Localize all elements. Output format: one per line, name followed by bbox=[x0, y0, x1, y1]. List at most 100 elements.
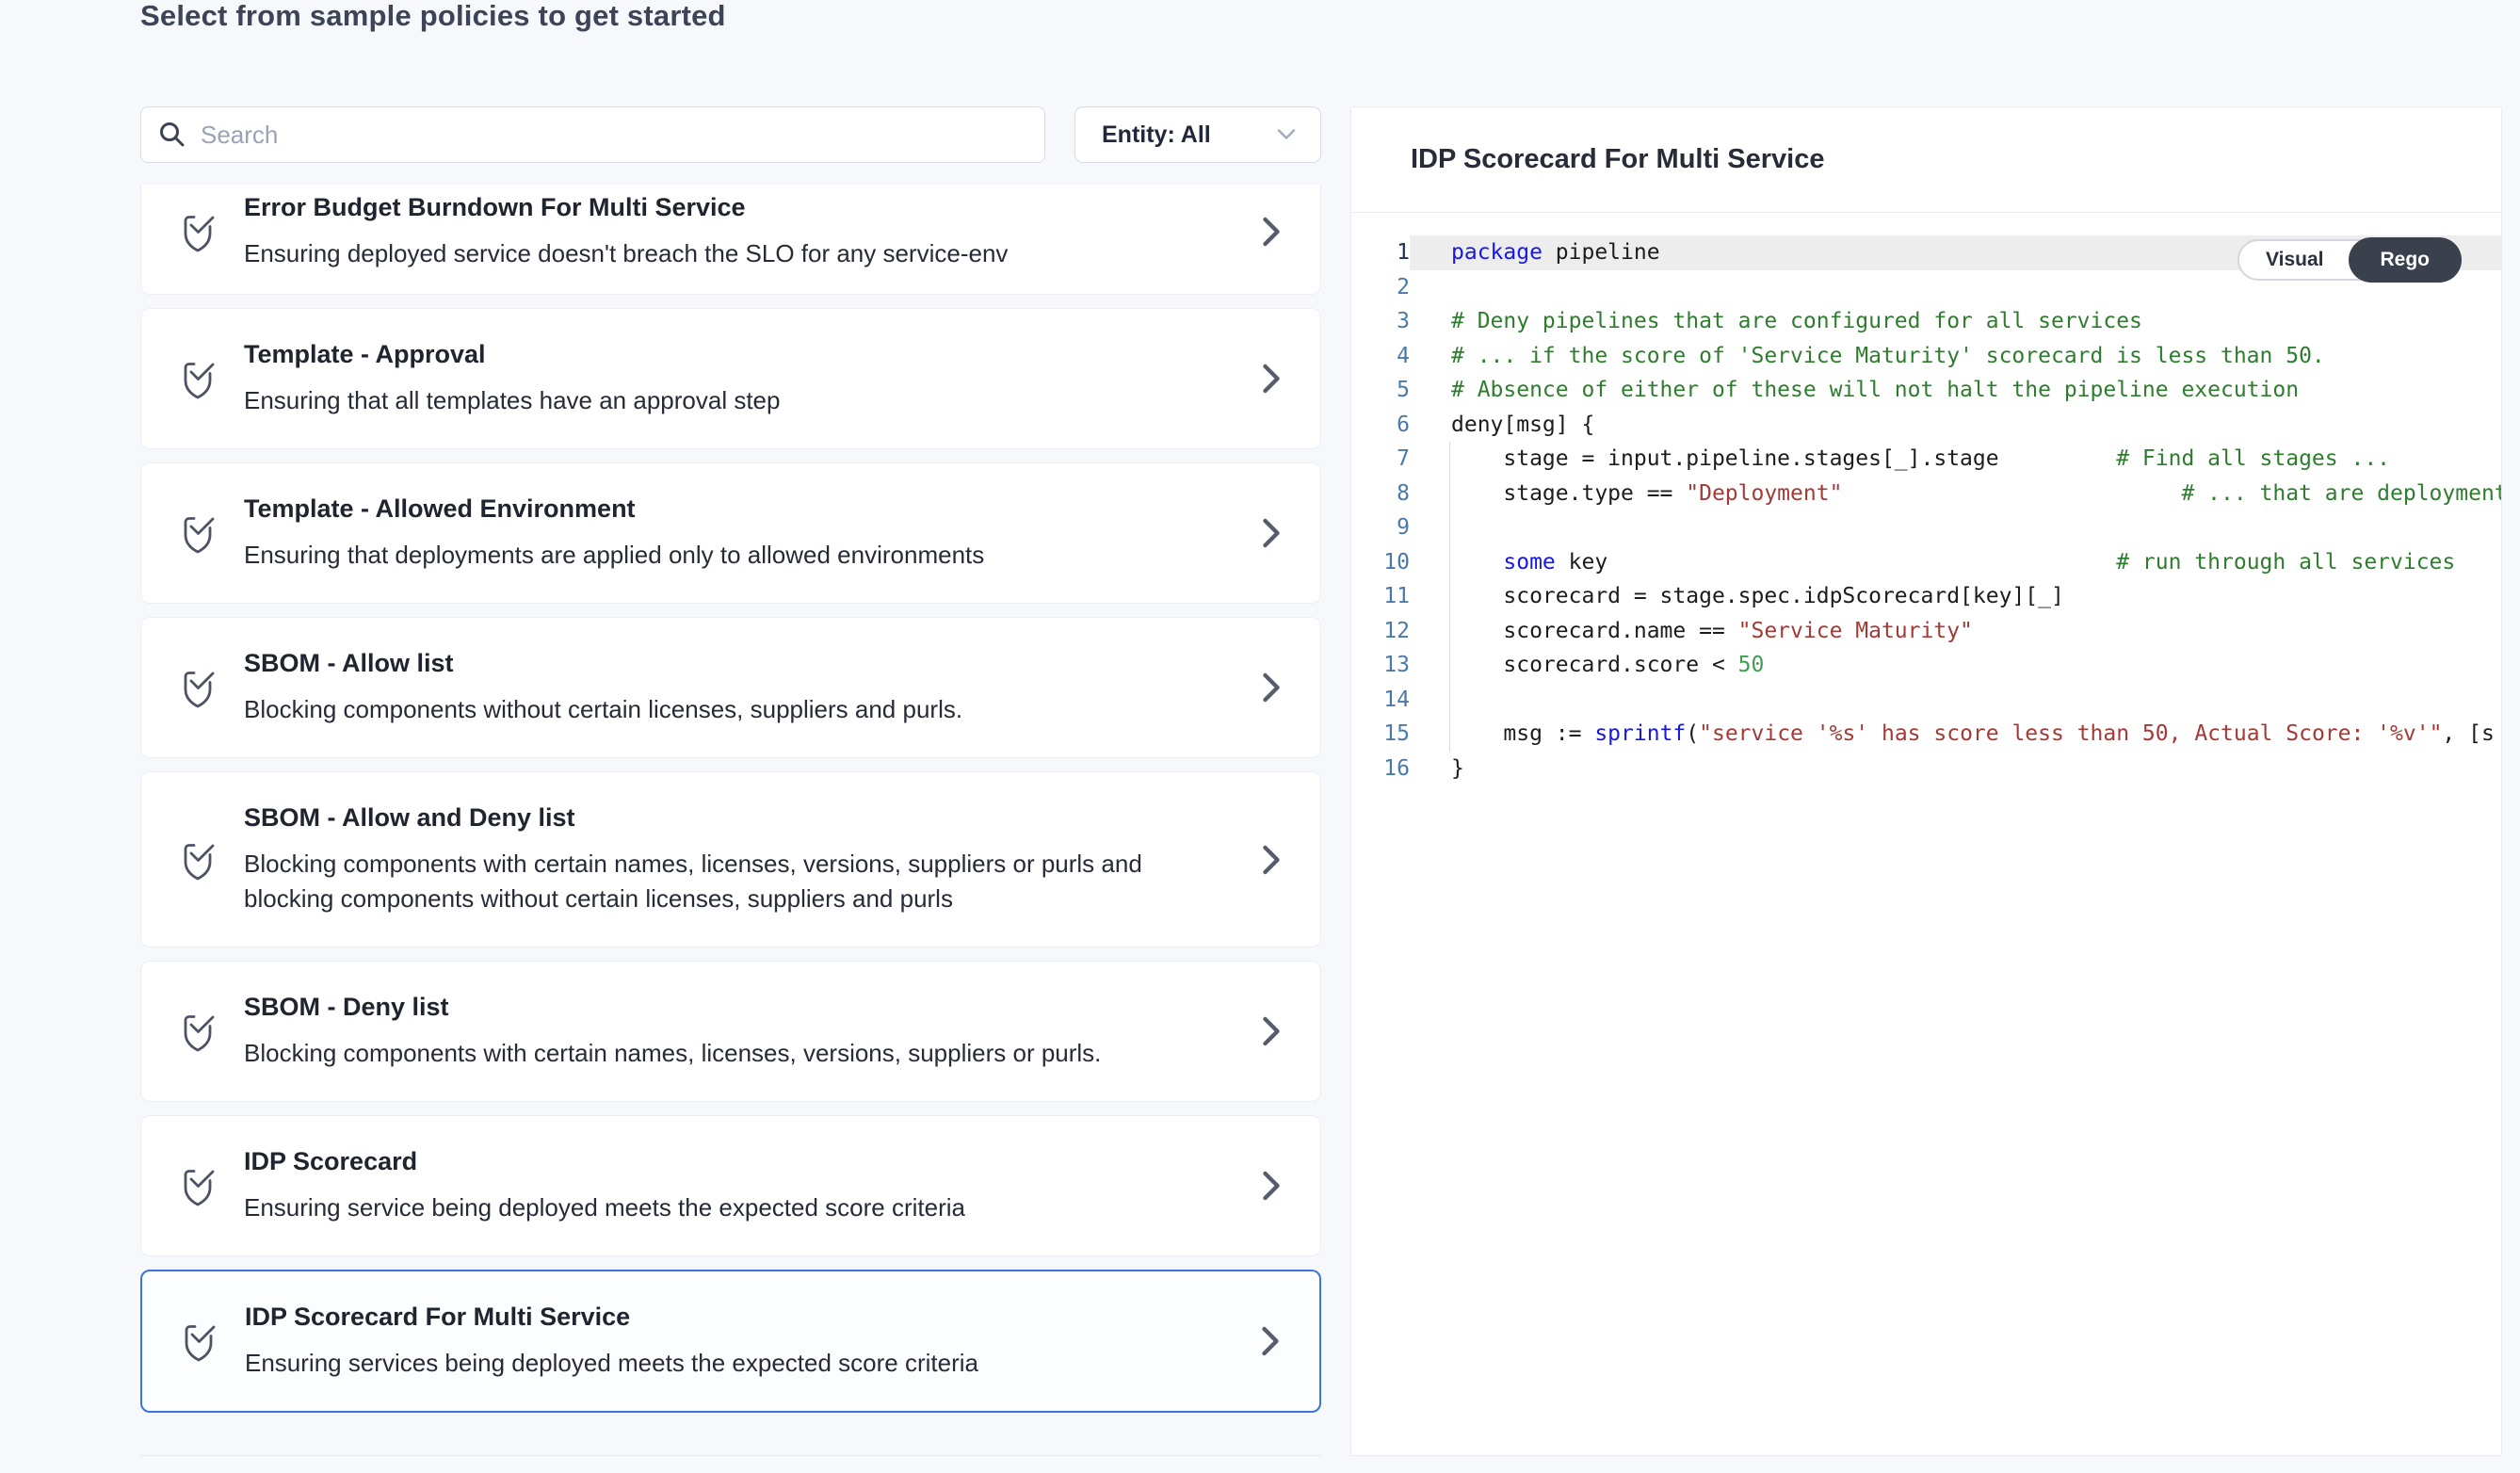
line-number: 12 bbox=[1351, 614, 1410, 649]
entity-filter-label: Entity: All bbox=[1102, 121, 1211, 149]
code-line-content: scorecard.score < 50 bbox=[1410, 648, 2501, 683]
rego-code-editor: Visual Rego 1 package pipeline 2 3 # Den… bbox=[1351, 213, 2501, 1455]
line-number: 10 bbox=[1351, 545, 1410, 580]
code-line: 15 msg := sprintf("service '%s' has scor… bbox=[1351, 717, 2501, 752]
policy-title: Template - Approval bbox=[244, 339, 1236, 370]
view-mode-toggle: Visual Rego bbox=[2237, 239, 2462, 281]
policy-card[interactable]: SBOM - Allow list Blocking components wi… bbox=[140, 617, 1321, 758]
line-number: 6 bbox=[1351, 408, 1410, 443]
policy-title: Template - Allowed Environment bbox=[244, 494, 1236, 525]
chevron-right-icon bbox=[1262, 845, 1283, 875]
policy-description: Blocking components with certain names, … bbox=[244, 847, 1236, 916]
code-line-content: # ... if the score of 'Service Maturity'… bbox=[1410, 339, 2501, 374]
code-line-content: stage.type == "Deployment" # ... that ar… bbox=[1410, 477, 2501, 511]
code-line: 12 scorecard.name == "Service Maturity" bbox=[1351, 614, 2501, 649]
policy-title: IDP Scorecard bbox=[244, 1146, 1236, 1177]
line-number: 13 bbox=[1351, 648, 1410, 683]
line-number: 5 bbox=[1351, 373, 1410, 408]
code-line: 13 scorecard.score < 50 bbox=[1351, 648, 2501, 683]
code-line: 5 # Absence of either of these will not … bbox=[1351, 373, 2501, 408]
policy-description: Ensuring that deployments are applied on… bbox=[244, 538, 1236, 573]
chevron-right-icon bbox=[1262, 217, 1283, 247]
line-number: 2 bbox=[1351, 270, 1410, 305]
sample-policies-page: Select from sample policies to get start… bbox=[0, 0, 2520, 1473]
policy-card[interactable]: Error Budget Burndown For Multi Service … bbox=[140, 185, 1321, 295]
line-number: 14 bbox=[1351, 683, 1410, 718]
chevron-right-icon bbox=[1261, 1326, 1282, 1356]
line-number: 11 bbox=[1351, 579, 1410, 614]
code-line-content: } bbox=[1410, 752, 2501, 786]
policy-description: Blocking components without certain lice… bbox=[244, 692, 1236, 727]
policy-card[interactable]: Template - Approval Ensuring that all te… bbox=[140, 308, 1321, 449]
code-line: 6 deny[msg] { bbox=[1351, 408, 2501, 443]
shield-check-icon bbox=[177, 1009, 218, 1054]
policy-description: Ensuring services being deployed meets t… bbox=[245, 1346, 1236, 1381]
code-line-content: scorecard.name == "Service Maturity" bbox=[1410, 614, 2501, 649]
shield-check-icon bbox=[177, 356, 218, 401]
chevron-right-icon bbox=[1262, 1016, 1283, 1046]
policy-title: SBOM - Deny list bbox=[244, 992, 1236, 1023]
code-line: 7 stage = input.pipeline.stages[_].stage… bbox=[1351, 442, 2501, 477]
rego-toggle-button[interactable]: Rego bbox=[2349, 237, 2463, 283]
policy-title: SBOM - Allow and Deny list bbox=[244, 802, 1236, 834]
policy-description: Ensuring deployed service doesn't breach… bbox=[244, 236, 1236, 271]
code-line: 3 # Deny pipelines that are configured f… bbox=[1351, 304, 2501, 339]
detail-panel-header: IDP Scorecard For Multi Service bbox=[1351, 107, 2501, 213]
code-line-content: # Deny pipelines that are configured for… bbox=[1410, 304, 2501, 339]
search-box bbox=[140, 106, 1045, 163]
main-layout: Entity: All Error Budget Burndown For Mu… bbox=[140, 106, 2502, 1456]
line-number: 9 bbox=[1351, 510, 1410, 545]
policy-list-column: Entity: All Error Budget Burndown For Mu… bbox=[140, 106, 1321, 1456]
policy-title: SBOM - Allow list bbox=[244, 648, 1236, 679]
line-number: 8 bbox=[1351, 477, 1410, 511]
code-line-content: stage = input.pipeline.stages[_].stage #… bbox=[1410, 442, 2501, 477]
chevron-down-icon bbox=[1275, 127, 1298, 142]
line-number: 15 bbox=[1351, 717, 1410, 752]
visual-toggle-button[interactable]: Visual bbox=[2239, 241, 2350, 279]
code-line: 14 bbox=[1351, 683, 2501, 718]
policy-card[interactable]: SBOM - Deny list Blocking components wit… bbox=[140, 961, 1321, 1102]
search-input[interactable] bbox=[201, 121, 1027, 150]
policy-title: Error Budget Burndown For Multi Service bbox=[244, 192, 1236, 223]
chevron-right-icon bbox=[1262, 1171, 1283, 1201]
shield-check-icon bbox=[177, 209, 218, 254]
code-line-content: scorecard = stage.spec.idpScorecard[key]… bbox=[1410, 579, 2501, 614]
detail-panel-title: IDP Scorecard For Multi Service bbox=[1411, 144, 1824, 175]
code-line: 9 bbox=[1351, 510, 2501, 545]
chevron-right-icon bbox=[1262, 672, 1283, 703]
chevron-right-icon bbox=[1262, 364, 1283, 394]
policy-detail-panel: IDP Scorecard For Multi Service Visual R… bbox=[1350, 106, 2502, 1456]
code-line: 11 scorecard = stage.spec.idpScorecard[k… bbox=[1351, 579, 2501, 614]
code-lines: 1 package pipeline 2 3 # Deny pipelines … bbox=[1351, 235, 2501, 785]
policy-card[interactable]: IDP Scorecard Ensuring service being dep… bbox=[140, 1115, 1321, 1256]
code-line-content: some key # run through all services bbox=[1410, 545, 2501, 580]
code-line: 16 } bbox=[1351, 752, 2501, 786]
filters-row: Entity: All bbox=[140, 106, 1321, 163]
page-title: Select from sample policies to get start… bbox=[140, 0, 726, 34]
shield-check-icon bbox=[177, 665, 218, 710]
line-number: 4 bbox=[1351, 339, 1410, 374]
chevron-right-icon bbox=[1262, 518, 1283, 548]
entity-filter-dropdown[interactable]: Entity: All bbox=[1074, 106, 1321, 163]
search-icon bbox=[158, 121, 186, 149]
policy-list: Error Budget Burndown For Multi Service … bbox=[140, 185, 1321, 1456]
policy-description: Ensuring that all templates have an appr… bbox=[244, 383, 1236, 418]
line-number: 16 bbox=[1351, 752, 1410, 786]
code-line: 10 some key # run through all services bbox=[1351, 545, 2501, 580]
line-number: 3 bbox=[1351, 304, 1410, 339]
code-line: 4 # ... if the score of 'Service Maturit… bbox=[1351, 339, 2501, 374]
policy-card[interactable]: SBOM - Allow and Deny list Blocking comp… bbox=[140, 771, 1321, 947]
shield-check-icon bbox=[178, 1319, 219, 1364]
policy-card[interactable]: IDP Scorecard For Multi Service Ensuring… bbox=[140, 1270, 1321, 1413]
code-line-content bbox=[1410, 683, 2501, 718]
code-line-content: # Absence of either of these will not ha… bbox=[1410, 373, 2501, 408]
line-number: 7 bbox=[1351, 442, 1410, 477]
policy-title: IDP Scorecard For Multi Service bbox=[245, 1302, 1236, 1333]
policy-description: Blocking components with certain names, … bbox=[244, 1036, 1236, 1071]
shield-check-icon bbox=[177, 837, 218, 882]
line-number: 1 bbox=[1351, 235, 1410, 270]
shield-check-icon bbox=[177, 510, 218, 556]
code-line: 8 stage.type == "Deployment" # ... that … bbox=[1351, 477, 2501, 511]
policy-card[interactable]: Template - Allowed Environment Ensuring … bbox=[140, 462, 1321, 604]
code-line-content: deny[msg] { bbox=[1410, 408, 2501, 443]
